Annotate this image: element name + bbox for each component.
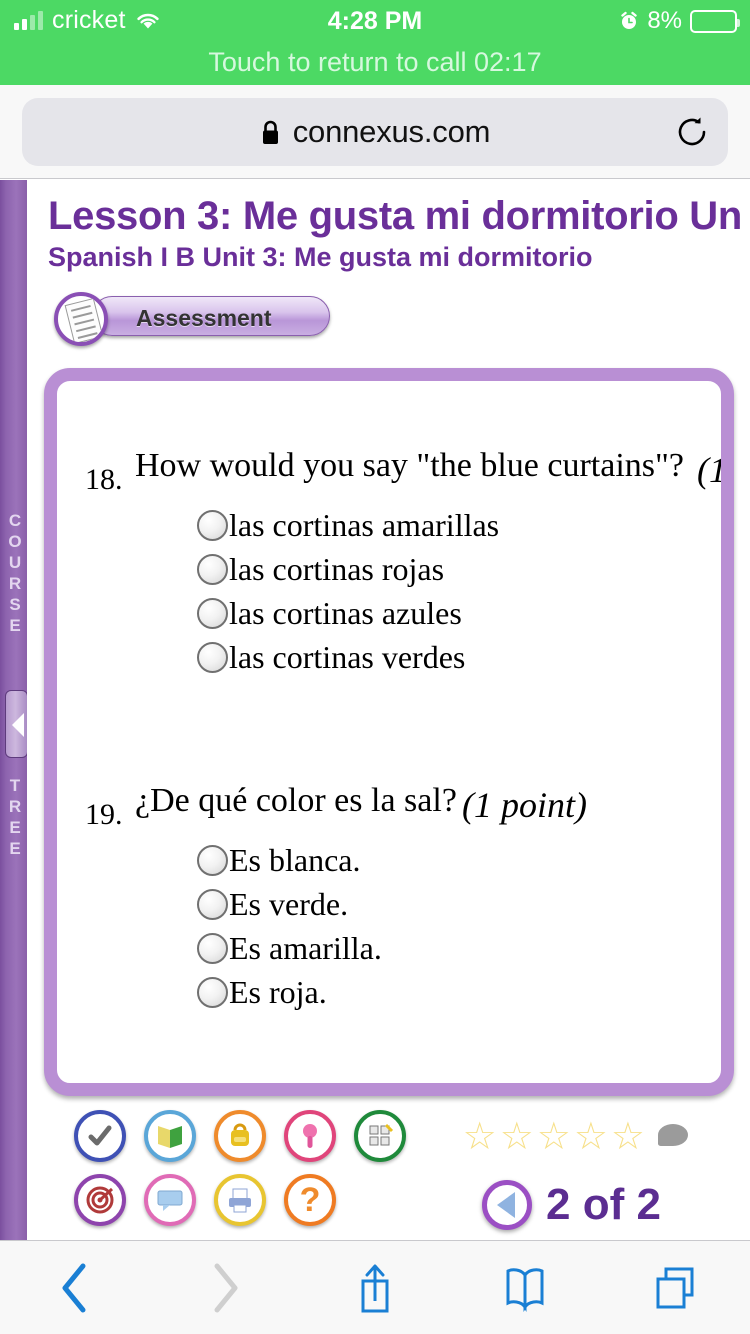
help-icon[interactable]: ? xyxy=(284,1174,336,1226)
star-icon[interactable]: ☆ xyxy=(574,1118,608,1156)
radio-button[interactable] xyxy=(197,641,228,673)
url-text: connexus.com xyxy=(292,114,491,149)
radio-button[interactable] xyxy=(197,888,228,920)
question-19-header: 19. ¿De qué color es la sal? (1 point) xyxy=(57,776,721,838)
option-label: Es amarilla. xyxy=(229,929,382,966)
forward-chevron-icon xyxy=(150,1261,300,1315)
tool-icon-bar: ? xyxy=(74,1110,424,1238)
status-bar: cricket 4:28 PM 8% Touch to return to ca… xyxy=(0,0,750,85)
call-banner[interactable]: Touch to return to call 02:17 xyxy=(0,44,750,85)
question-number: 18. xyxy=(85,463,123,496)
assessment-card: 18. How would you say "the blue curtains… xyxy=(44,368,734,1096)
option-label: las cortinas azules xyxy=(229,594,462,631)
backpack-icon[interactable] xyxy=(214,1110,266,1162)
previous-page-arrow-icon[interactable] xyxy=(482,1180,532,1230)
book-icon[interactable] xyxy=(144,1110,196,1162)
tool-icon-row-2: ? xyxy=(74,1174,424,1226)
star-icon[interactable]: ☆ xyxy=(463,1118,497,1156)
option-row[interactable]: las cortinas amarillas xyxy=(197,503,499,547)
calculator-icon[interactable] xyxy=(354,1110,406,1162)
question-points: (1 xyxy=(697,450,721,490)
radio-button[interactable] xyxy=(197,553,228,585)
web-page-viewport: COURSE TREE Lesson 3: Me gusta mi dormit… xyxy=(0,180,750,1240)
question-18-header: 18. How would you say "the blue curtains… xyxy=(57,441,721,503)
star-rating[interactable]: ☆ ☆ ☆ ☆ ☆ xyxy=(463,1118,688,1156)
address-bar-content: connexus.com xyxy=(22,98,728,166)
checkmark-icon[interactable] xyxy=(74,1110,126,1162)
printer-icon[interactable] xyxy=(214,1174,266,1226)
alarm-clock-icon xyxy=(621,11,638,29)
book-icon[interactable] xyxy=(450,1263,600,1313)
assessment-badge: Assessment xyxy=(54,292,330,346)
option-row[interactable]: las cortinas rojas xyxy=(197,547,499,591)
option-row[interactable]: las cortinas azules xyxy=(197,591,499,635)
option-label: las cortinas amarillas xyxy=(229,506,500,543)
status-bar-row: cricket 4:28 PM 8% xyxy=(0,0,750,44)
question-18: 18. How would you say "the blue curtains… xyxy=(57,441,721,675)
course-tree-label-top: COURSE xyxy=(8,511,25,635)
battery-percent-label: 8% xyxy=(647,7,682,34)
question-19-options: Es blanca. Es verde. Es amarilla. Es roj… xyxy=(197,838,382,1014)
back-chevron-icon[interactable] xyxy=(0,1261,150,1315)
radio-button[interactable] xyxy=(197,976,228,1008)
course-tree-rail-inner: COURSE TREE xyxy=(3,180,28,1240)
target-icon[interactable] xyxy=(74,1174,126,1226)
document-icon-page xyxy=(64,297,104,342)
star-icon[interactable]: ☆ xyxy=(537,1118,571,1156)
reload-icon[interactable] xyxy=(674,114,710,150)
star-icon[interactable]: ☆ xyxy=(500,1118,534,1156)
pushpin-icon[interactable] xyxy=(284,1110,336,1162)
option-label: Es roja. xyxy=(229,973,327,1010)
option-row[interactable]: Es roja. xyxy=(197,970,382,1014)
assessment-badge-label: Assessment xyxy=(136,305,272,331)
status-right-group: 8% xyxy=(619,7,740,35)
course-tree-rail[interactable]: COURSE TREE xyxy=(0,180,28,1240)
question-text: How would you say "the blue curtains"? xyxy=(135,447,684,484)
screen: cricket 4:28 PM 8% Touch to return to ca… xyxy=(0,0,750,1334)
chat-bubble-icon[interactable] xyxy=(144,1174,196,1226)
pagination-label: 2 of 2 xyxy=(546,1180,661,1229)
browser-bottom-toolbar xyxy=(0,1240,750,1334)
option-row[interactable]: Es verde. xyxy=(197,882,382,926)
address-bar[interactable]: connexus.com xyxy=(22,98,728,166)
option-row[interactable]: las cortinas verdes xyxy=(197,635,499,679)
option-row[interactable]: Es blanca. xyxy=(197,838,382,882)
radio-button[interactable] xyxy=(197,509,228,541)
question-18-options: las cortinas amarillas las cortinas roja… xyxy=(197,503,499,679)
option-label: Es verde. xyxy=(229,885,349,922)
radio-button[interactable] xyxy=(197,597,228,629)
tabs-icon[interactable] xyxy=(600,1263,750,1313)
question-19: 19. ¿De qué color es la sal? (1 point) E… xyxy=(57,776,721,1010)
collapse-left-arrow-icon[interactable] xyxy=(5,690,28,758)
radio-button[interactable] xyxy=(197,844,228,876)
question-number: 19. xyxy=(85,798,123,831)
tool-icon-row-1 xyxy=(74,1110,424,1162)
page-content: Lesson 3: Me gusta mi dormitorio Un Span… xyxy=(32,180,750,1240)
option-label: las cortinas rojas xyxy=(229,550,445,587)
battery-icon xyxy=(690,9,740,33)
page-subtitle: Spanish I B Unit 3: Me gusta mi dormitor… xyxy=(48,242,593,272)
course-tree-label-bottom: TREE xyxy=(8,776,25,858)
share-icon[interactable] xyxy=(300,1261,450,1315)
radio-button[interactable] xyxy=(197,932,228,964)
star-icon[interactable]: ☆ xyxy=(611,1118,645,1156)
browser-top-bar: connexus.com xyxy=(0,85,750,179)
speech-bubble-icon[interactable] xyxy=(658,1124,688,1146)
lock-icon xyxy=(262,120,278,144)
question-points: (1 point) xyxy=(462,785,587,825)
option-row[interactable]: Es amarilla. xyxy=(197,926,382,970)
document-icon xyxy=(54,292,108,346)
pagination: 2 of 2 xyxy=(482,1180,661,1230)
assessment-card-inner: 18. How would you say "the blue curtains… xyxy=(57,381,721,1083)
page-title: Lesson 3: Me gusta mi dormitorio Un xyxy=(48,194,743,238)
option-label: Es blanca. xyxy=(229,841,361,878)
option-label: las cortinas verdes xyxy=(229,638,466,675)
question-text: ¿De qué color es la sal? xyxy=(135,782,457,819)
